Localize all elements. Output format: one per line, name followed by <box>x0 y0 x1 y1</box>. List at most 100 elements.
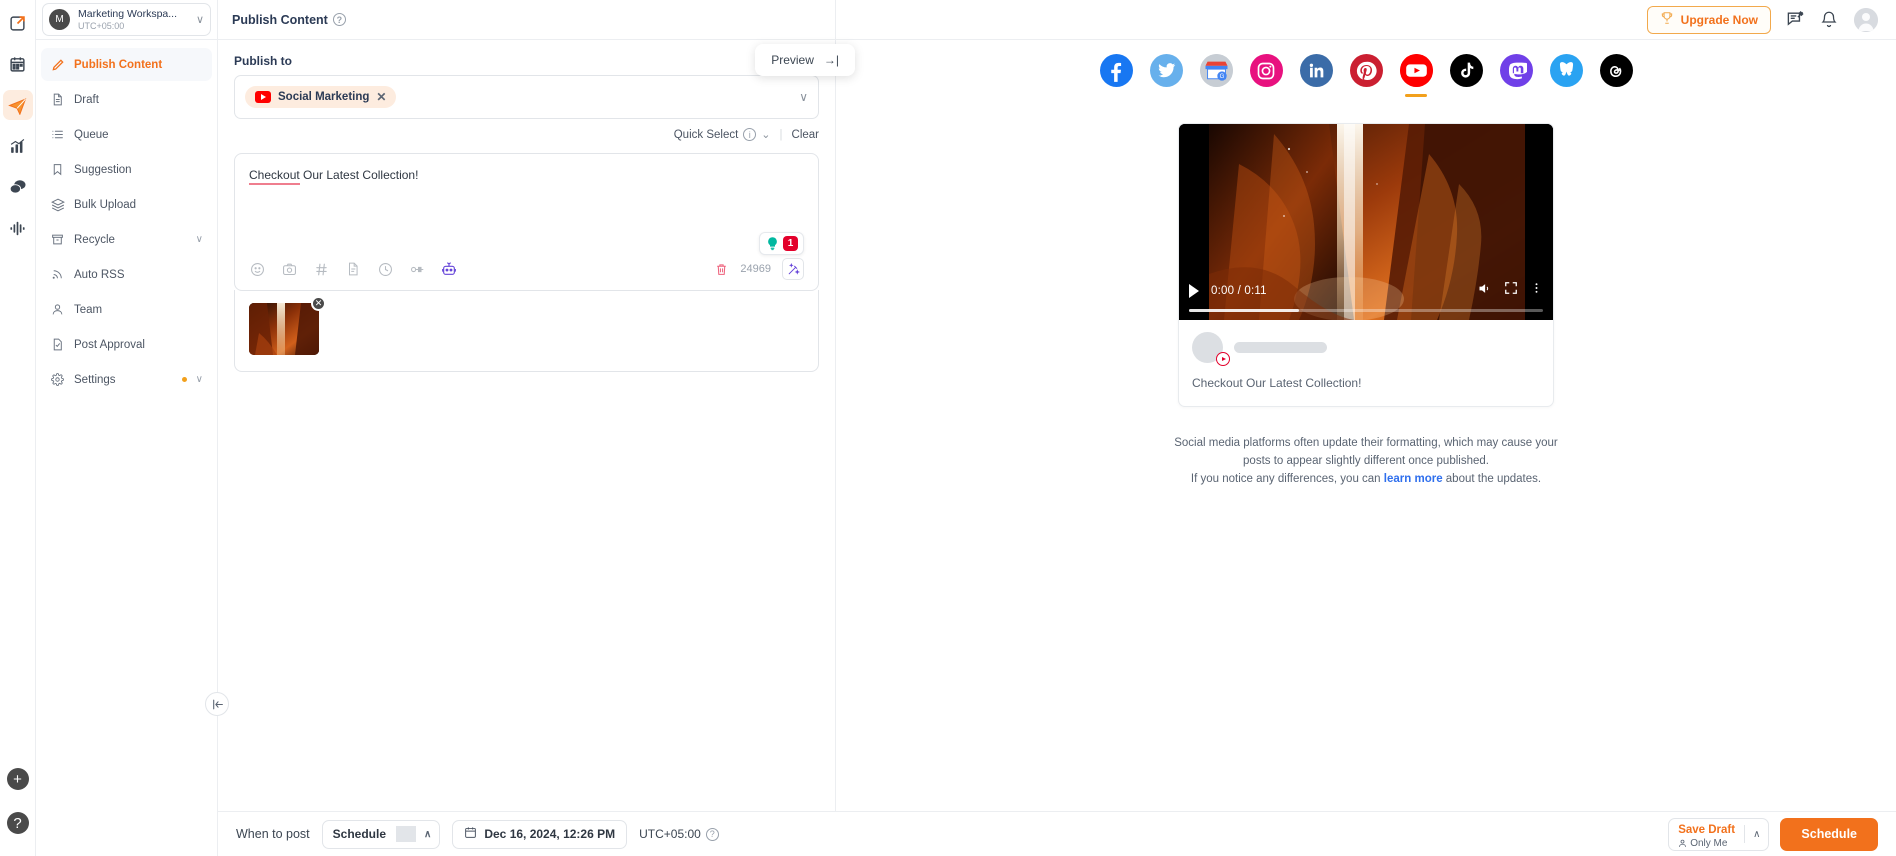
fullscreen-icon[interactable] <box>1504 281 1518 300</box>
workspace-switcher[interactable]: M Marketing Workspa... UTC+05:00 ∨ <box>42 3 211 36</box>
preview-disclaimer: Social media platforms often update thei… <box>1156 435 1576 488</box>
ai-bot-icon[interactable] <box>441 261 457 277</box>
magic-wand-icon[interactable] <box>782 258 804 280</box>
chevron-down-icon[interactable]: ⌄ <box>761 128 770 141</box>
help-icon[interactable]: ? <box>332 13 346 26</box>
image-icon[interactable] <box>281 261 297 277</box>
close-icon[interactable]: ✕ <box>376 90 386 104</box>
misspelled-word[interactable]: Checkout <box>249 168 300 185</box>
chevron-down-icon[interactable]: ∨ <box>196 13 204 26</box>
platform-tab-google-business[interactable]: G <box>1199 54 1233 97</box>
character-count: 24969 <box>740 263 771 275</box>
archive-icon <box>50 232 65 247</box>
template-icon[interactable] <box>345 261 361 277</box>
clear-button[interactable]: Clear <box>792 129 819 141</box>
calendar-icon[interactable] <box>3 49 33 79</box>
platform-tab-tiktok[interactable] <box>1449 54 1483 97</box>
publish-to-select[interactable]: Social Marketing ✕ ∨ <box>234 75 819 119</box>
sidebar-item-label: Bulk Upload <box>74 198 137 211</box>
disclaimer-line-3-pre: If you notice any differences, you can <box>1190 472 1384 485</box>
trophy-icon <box>1660 11 1674 28</box>
platform-tab-instagram[interactable] <box>1249 54 1283 97</box>
tab-indicator <box>1405 94 1427 97</box>
quick-select-button[interactable]: Quick Select i ⌄ <box>674 128 771 141</box>
platform-tab-facebook[interactable] <box>1099 54 1133 97</box>
feedback-icon[interactable] <box>1786 10 1805 29</box>
preview-button-label: Preview <box>771 53 814 67</box>
sidebar-item-recycle[interactable]: Recycle ∨ <box>41 223 212 256</box>
avatar[interactable] <box>1854 7 1878 32</box>
sidebar-item-suggestion[interactable]: Suggestion <box>41 153 212 186</box>
help-icon[interactable]: ? <box>705 827 719 841</box>
document-icon <box>50 92 65 107</box>
sidebar-item-team[interactable]: Team <box>41 293 212 326</box>
sidebar-item-bulk-upload[interactable]: Bulk Upload <box>41 188 212 221</box>
history-icon[interactable] <box>377 261 393 277</box>
preview-button[interactable]: Preview →| <box>755 44 855 76</box>
sidebar-item-draft[interactable]: Draft <box>41 83 212 116</box>
youtube-icon <box>1399 54 1433 87</box>
user-icon <box>50 302 65 317</box>
linkedin-icon <box>1299 54 1333 87</box>
compose-icon[interactable] <box>3 8 33 38</box>
chevron-down-icon[interactable]: ∨ <box>196 234 203 245</box>
bell-icon[interactable] <box>1820 10 1839 29</box>
platform-tab-pinterest[interactable] <box>1349 54 1383 97</box>
publish-icon[interactable] <box>2 90 33 120</box>
suggestions-badge[interactable]: 1 <box>759 232 804 255</box>
analytics-icon[interactable] <box>3 131 33 161</box>
collapse-sidebar-button[interactable] <box>205 692 229 716</box>
video-player[interactable]: 0:00 / 0:11 <box>1179 124 1553 320</box>
link-icon[interactable] <box>409 261 425 277</box>
video-progress-bar[interactable] <box>1189 308 1543 312</box>
platform-tab-bluesky[interactable] <box>1549 54 1583 97</box>
chevron-up-icon[interactable]: ∧ <box>416 829 439 840</box>
sidebar-item-settings[interactable]: Settings ∨ <box>41 363 212 396</box>
schedule-date-picker[interactable]: Dec 16, 2024, 12:26 PM <box>452 819 628 849</box>
platform-tab-threads[interactable] <box>1599 54 1633 97</box>
instagram-icon <box>1249 54 1283 87</box>
upgrade-now-button[interactable]: Upgrade Now <box>1646 5 1771 34</box>
save-draft-button[interactable]: Save Draft Only Me ∧ <box>1668 817 1770 851</box>
more-options-icon[interactable] <box>1530 281 1543 300</box>
save-draft-visibility: Only Me <box>1678 838 1735 849</box>
platform-tab-twitter[interactable] <box>1149 54 1183 97</box>
post-text-input[interactable]: Checkout Our Latest Collection! <box>235 154 818 250</box>
play-icon[interactable] <box>1189 283 1199 298</box>
rss-icon <box>50 267 65 282</box>
platform-tab-mastodon[interactable] <box>1499 54 1533 97</box>
chevron-down-icon[interactable]: ∨ <box>799 90 808 104</box>
inbox-icon[interactable] <box>3 172 33 202</box>
platform-tab-youtube[interactable] <box>1399 54 1433 97</box>
attached-media-strip: ✕ <box>234 290 819 372</box>
schedule-button[interactable]: Schedule <box>1780 817 1878 851</box>
account-chip-social-marketing[interactable]: Social Marketing ✕ <box>245 86 397 108</box>
emoji-icon[interactable] <box>249 261 265 277</box>
icon-rail: + ? <box>0 0 36 856</box>
chevron-up-icon[interactable]: ∧ <box>1744 825 1768 843</box>
disclaimer-line-1: Social media platforms often update thei… <box>1174 437 1558 449</box>
sidebar-item-queue[interactable]: Queue <box>41 118 212 151</box>
platform-tab-linkedin[interactable] <box>1299 54 1333 97</box>
sidebar-nav: Publish Content Draft Queue Suggestion B… <box>36 40 217 406</box>
sidebar-item-publish-content[interactable]: Publish Content <box>41 48 212 81</box>
tab-indicator <box>1255 94 1277 97</box>
tiktok-icon <box>1449 54 1483 87</box>
layers-icon <box>50 197 65 212</box>
volume-icon[interactable] <box>1477 281 1492 301</box>
post-editor: Checkout Our Latest Collection! 1 24969 <box>234 153 819 291</box>
sidebar-item-auto-rss[interactable]: Auto RSS <box>41 258 212 291</box>
sidebar-item-post-approval[interactable]: Post Approval <box>41 328 212 361</box>
learn-more-link[interactable]: learn more <box>1384 473 1443 485</box>
hashtag-icon[interactable] <box>313 261 329 277</box>
help-button[interactable]: ? <box>6 812 29 834</box>
media-thumbnail[interactable] <box>249 303 319 355</box>
add-button[interactable]: + <box>6 768 29 790</box>
remove-media-icon[interactable]: ✕ <box>311 296 326 311</box>
info-icon[interactable]: i <box>743 128 757 141</box>
video-time: 0:00 / 0:11 <box>1211 284 1267 297</box>
schedule-mode-select[interactable]: Schedule ∧ <box>321 819 441 849</box>
trash-icon[interactable] <box>713 261 729 277</box>
chevron-down-icon[interactable]: ∨ <box>196 374 203 385</box>
listening-icon[interactable] <box>3 213 33 243</box>
